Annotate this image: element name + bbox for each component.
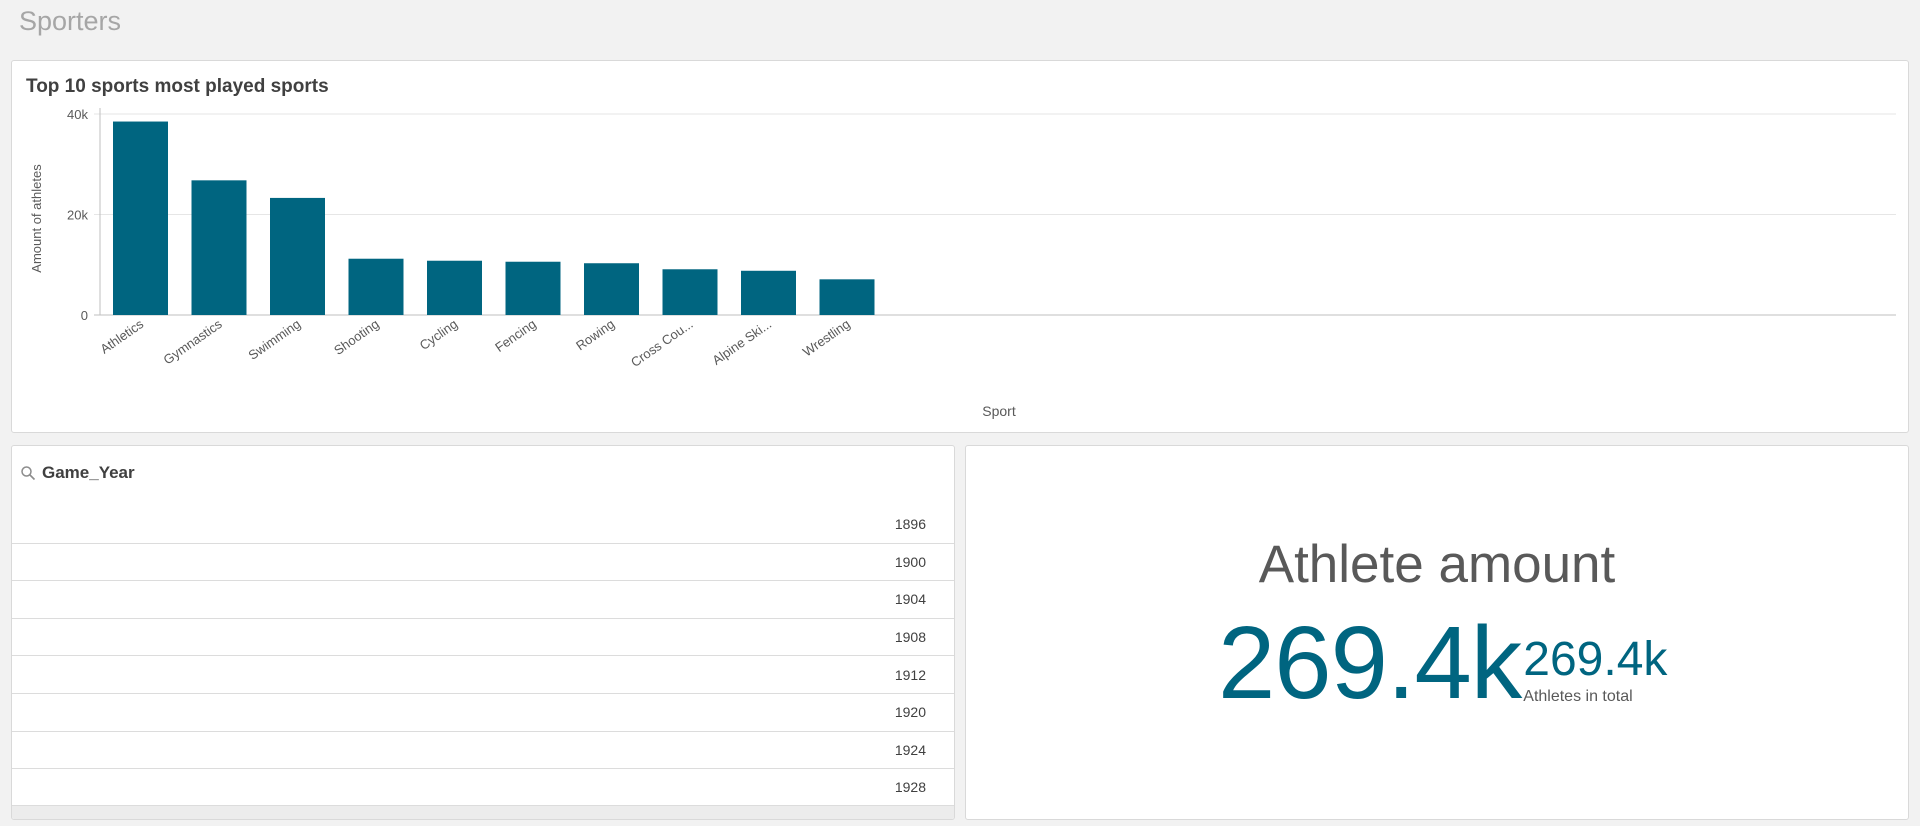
kpi-panel[interactable]: Athlete amount 269.4k 269.4k Athletes in… [965, 445, 1909, 820]
filter-row-value: 1920 [894, 704, 926, 721]
filter-row-value: 1924 [894, 741, 926, 758]
bar[interactable] [348, 258, 404, 315]
filter-row[interactable]: 1904 [12, 581, 954, 619]
x-tick-label: Athletics [97, 316, 146, 357]
filter-row-value: 1928 [894, 779, 926, 796]
kpi-secondary-value: 269.4k [1523, 632, 1668, 686]
bar[interactable] [505, 261, 561, 315]
filter-row[interactable]: 1900 [12, 544, 954, 582]
bar[interactable] [427, 260, 482, 315]
kpi-secondary-label: Athletes in total [1523, 687, 1633, 705]
kpi-secondary: 269.4k Athletes in total [1523, 632, 1668, 706]
filter-row-value: 1900 [894, 553, 926, 570]
search-icon [21, 466, 36, 481]
filter-row[interactable]: 1912 [12, 656, 954, 694]
filter-row-value: 1912 [894, 666, 926, 683]
y-tick-label: 20k [67, 208, 88, 223]
bar[interactable] [270, 197, 325, 315]
filter-row[interactable]: 1896 [12, 506, 954, 544]
x-tick-label: Cross Cou... [628, 316, 696, 370]
bar[interactable] [662, 269, 718, 315]
filter-row-value: 1908 [894, 629, 926, 646]
kpi-title: Athlete amount [1258, 535, 1616, 594]
sheet-title: Sporters [19, 6, 122, 36]
filter-row-value: 1904 [894, 591, 926, 608]
bar[interactable] [191, 180, 247, 315]
x-tick-label: Swimming [245, 316, 303, 363]
x-tick-label: Cycling [417, 316, 461, 353]
x-tick-label: Rowing [573, 316, 617, 353]
bar[interactable] [819, 279, 875, 315]
filter-row[interactable]: 1908 [12, 619, 954, 657]
filter-value-list[interactable]: 1896 1900 1904 1908 1912 1920 1924 1928 [12, 506, 954, 807]
x-tick-label: Gymnastics [160, 316, 225, 368]
x-axis-title: Sport [982, 403, 1016, 419]
kpi-main-value: 269.4k [1218, 605, 1522, 720]
horizontal-scrollbar[interactable] [12, 805, 954, 819]
bar-chart-panel[interactable]: Top 10 sports most played sports 0 20k 40k… [11, 60, 1909, 433]
y-tick-label: 0 [81, 308, 88, 323]
x-tick-label: Shooting [331, 316, 382, 358]
filter-title: Game_Year [42, 463, 135, 482]
bar[interactable] [741, 270, 796, 315]
game-year-filter-panel[interactable]: Game_Year 1896 1900 1904 1908 1912 1920 1924 19… [11, 445, 955, 820]
bar[interactable] [113, 121, 168, 315]
filter-row-value: 1896 [894, 516, 926, 533]
y-tick-label: 40k [67, 107, 88, 122]
kpi-values: 269.4k 269.4k Athletes in total [1218, 605, 1668, 720]
x-tick-label: Fencing [492, 316, 538, 355]
bar-chart[interactable]: 0 20k 40k Amount of athletes Athletics Gymnas… [12, 61, 1910, 434]
filter-header[interactable]: Game_Year [20, 463, 135, 483]
x-tick-label: Wrestling [800, 316, 853, 359]
bar[interactable] [584, 263, 639, 315]
y-axis-title: Amount of athletes [29, 164, 44, 273]
x-tick-label: Alpine Ski... [709, 316, 774, 368]
filter-row[interactable]: 1920 [12, 694, 954, 732]
filter-row[interactable]: 1924 [12, 732, 954, 770]
filter-row[interactable]: 1928 [12, 769, 954, 807]
